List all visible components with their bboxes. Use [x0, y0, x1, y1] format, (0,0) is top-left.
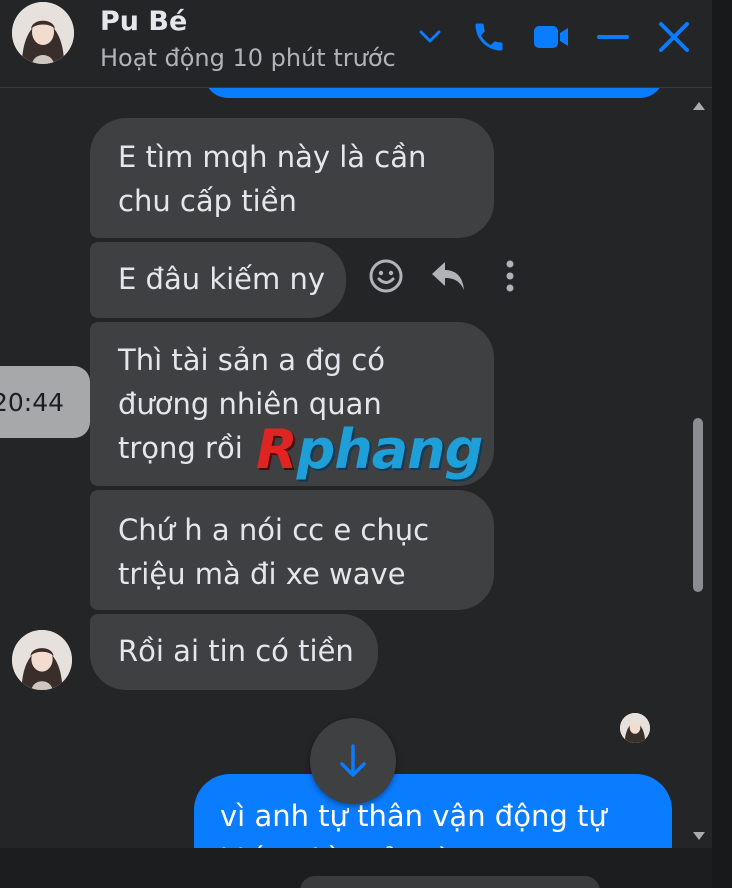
scroll-up-arrow-icon[interactable]: [692, 96, 706, 115]
incoming-message[interactable]: Chứ h a nói cc e chục triệu mà đi xe wav…: [90, 490, 494, 610]
outgoing-message-partial[interactable]: [204, 88, 664, 98]
incoming-message[interactable]: E đâu kiếm ny: [90, 242, 346, 318]
message-input-partial[interactable]: [300, 876, 600, 888]
arrow-down-icon: [340, 744, 366, 777]
more-options-icon[interactable]: [490, 256, 530, 296]
scroll-down-arrow-icon[interactable]: [692, 826, 706, 845]
chat-header: Pu Bé Hoạt động 10 phút trước: [0, 0, 712, 88]
message-line: kiếm tiền cả mà: [220, 838, 646, 848]
activity-status: Hoạt động 10 phút trước: [100, 44, 396, 72]
chevron-down-icon[interactable]: [416, 14, 444, 60]
sender-avatar[interactable]: [12, 630, 72, 690]
message-line: chu cấp tiền: [118, 184, 297, 218]
minimize-icon[interactable]: [594, 14, 632, 60]
message-list[interactable]: E tìm mqh này là cần chu cấp tiền E đâu …: [0, 88, 712, 848]
phone-icon[interactable]: [468, 14, 510, 60]
message-line: triệu mà đi xe wave: [118, 557, 406, 591]
window-edge: [712, 0, 732, 888]
message-line: E đâu kiếm ny: [118, 262, 326, 296]
message-line: vì anh tự thân vận động tự: [220, 799, 607, 833]
incoming-message[interactable]: E tìm mqh này là cần chu cấp tiền: [90, 118, 494, 238]
timestamp-tooltip: 20:44: [0, 366, 90, 438]
reply-icon[interactable]: [428, 256, 468, 296]
emoji-react-icon[interactable]: [366, 256, 406, 296]
watermark-logo: Rphang: [256, 418, 483, 481]
close-icon[interactable]: [654, 14, 694, 60]
message-line: Chứ h a nói cc e chục: [118, 513, 430, 547]
message-line: Rồi ai tin có tiền: [118, 634, 354, 668]
scrollbar-thumb[interactable]: [693, 418, 703, 592]
video-camera-icon[interactable]: [530, 14, 572, 60]
outgoing-message[interactable]: vì anh tự thân vận động tự kiếm tiền cả …: [194, 774, 672, 848]
incoming-message[interactable]: Rồi ai tin có tiền: [90, 614, 378, 690]
message-line: Thì tài sản a đg có: [118, 343, 385, 377]
seen-indicator-avatar: [620, 713, 650, 743]
scroll-to-bottom-button[interactable]: [310, 718, 396, 804]
message-line: E tìm mqh này là cần: [118, 140, 427, 174]
contact-name[interactable]: Pu Bé: [100, 6, 187, 37]
contact-avatar[interactable]: [12, 2, 74, 64]
